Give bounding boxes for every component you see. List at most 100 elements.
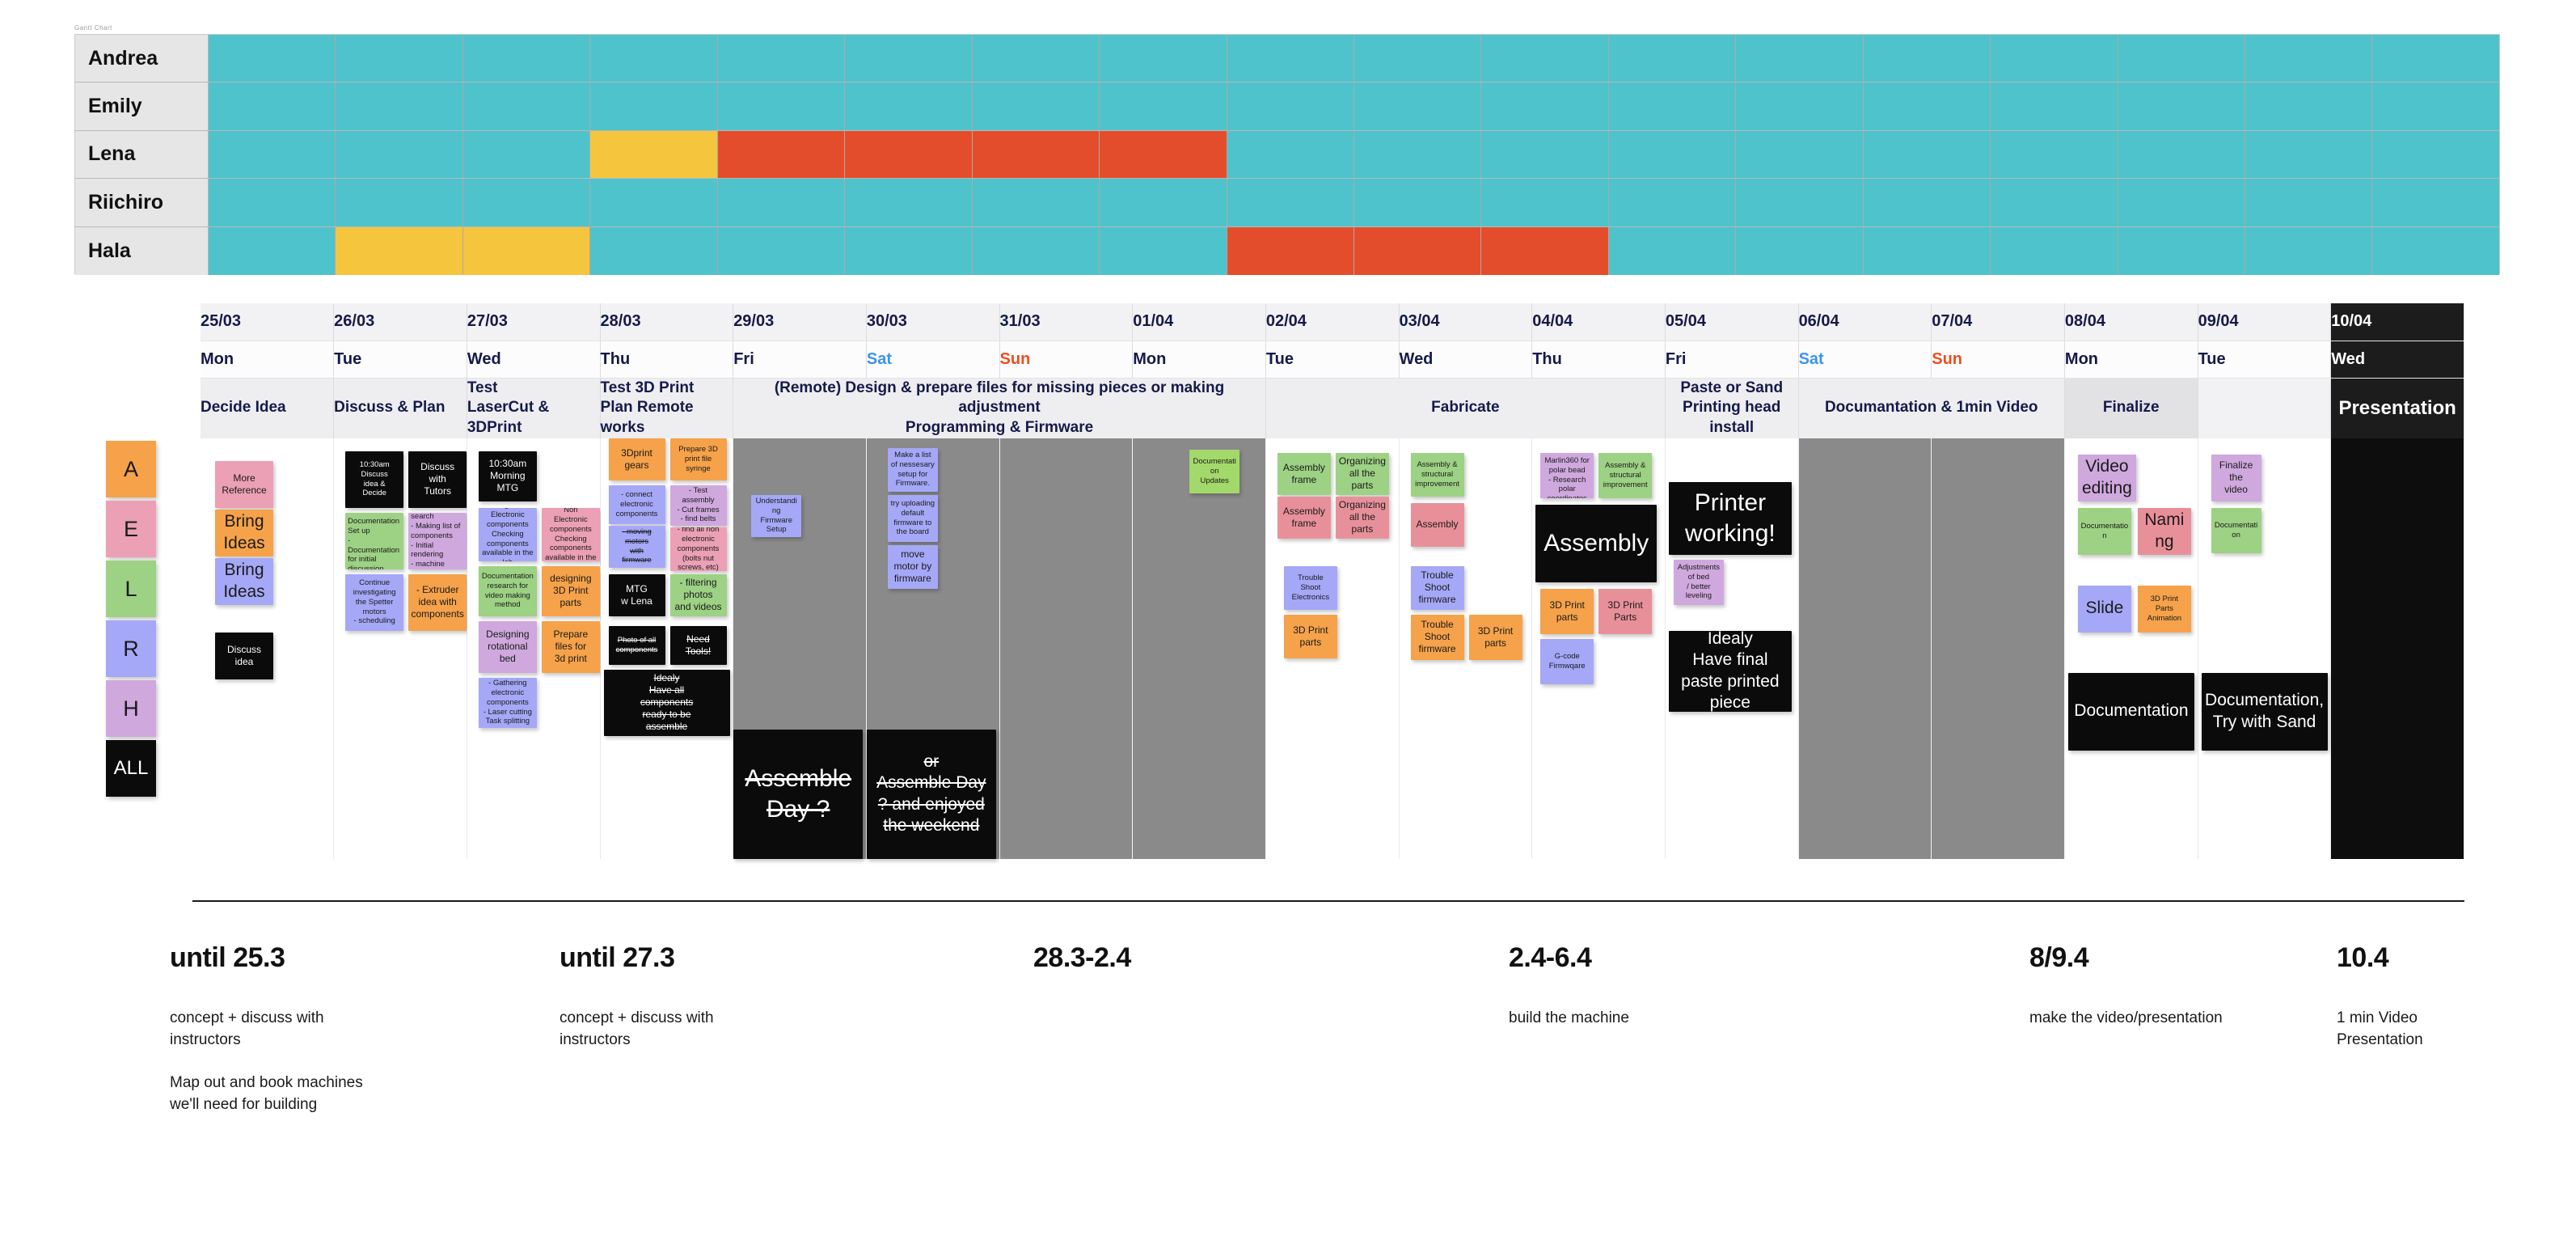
gantt-cell-teal[interactable]: [1608, 130, 1737, 179]
gantt-cell-teal[interactable]: [845, 179, 973, 226]
gantt-cell-teal[interactable]: [209, 83, 336, 130]
gantt-cell-teal[interactable]: [336, 83, 463, 130]
sticky-note[interactable]: 10:30am Discuss idea & Decide: [345, 451, 404, 508]
sticky-note[interactable]: Making List of Non Electronic components…: [541, 507, 600, 561]
gantt-cell-teal[interactable]: [2372, 130, 2499, 179]
sticky-note[interactable]: MTG w Lena: [608, 573, 665, 616]
gantt-cell-teal[interactable]: [1100, 226, 1227, 275]
sticky-note[interactable]: Prepare 3D print file syringe: [669, 438, 727, 480]
gantt-cell-teal[interactable]: [462, 35, 591, 83]
gantt-cell-teal[interactable]: [2245, 83, 2373, 130]
gantt-cell-teal[interactable]: [1736, 83, 1864, 130]
day-cell[interactable]: 10:30am Discuss idea & Decide Discuss wit…: [333, 438, 467, 859]
sticky-note[interactable]: - Gathering electronic components - Lase…: [478, 677, 537, 728]
gantt-cell-red[interactable]: [972, 130, 1100, 179]
sticky-note[interactable]: Trouble Shoot firmware: [1410, 565, 1464, 610]
sticky-note[interactable]: - Documentation Set up - Documentation f…: [345, 512, 404, 569]
gantt-cell-teal[interactable]: [1100, 179, 1227, 226]
gantt-cell-teal[interactable]: [1991, 35, 2118, 83]
gantt-cell-teal[interactable]: [845, 35, 973, 83]
gantt-cell-teal[interactable]: [2118, 226, 2245, 275]
sticky-note[interactable]: - Extruder idea with components: [408, 573, 467, 631]
sticky-note[interactable]: designing 3D Print parts: [541, 565, 600, 616]
sticky-note[interactable]: - find all non electronic components (bo…: [669, 527, 727, 571]
gantt-cell-yellow[interactable]: [336, 226, 463, 275]
gantt-cell-teal[interactable]: [2118, 179, 2245, 226]
legend-chip-e[interactable]: E: [106, 501, 156, 557]
day-cell[interactable]: [1931, 438, 2065, 859]
sticky-note[interactable]: - Reference search - Making list of comp…: [408, 512, 467, 569]
gantt-cell-teal[interactable]: [2372, 179, 2499, 226]
legend-chip-a[interactable]: A: [106, 441, 156, 497]
gantt-cell-teal[interactable]: [209, 179, 336, 226]
sticky-note[interactable]: Idealy Have final paste printed piece: [1668, 630, 1792, 712]
day-cell[interactable]: Finalize the video Documentation Documenta…: [2198, 438, 2332, 859]
gantt-cell-teal[interactable]: [209, 226, 336, 275]
sticky-note[interactable]: - Research Marlin360 for polar bead - Re…: [1540, 452, 1594, 498]
gantt-cell-teal[interactable]: [1863, 179, 1991, 226]
gantt-cell-teal[interactable]: [1991, 179, 2118, 226]
gantt-cell-teal[interactable]: [717, 35, 846, 83]
gantt-cell-teal[interactable]: [972, 179, 1100, 226]
sticky-note[interactable]: Assembly: [1410, 502, 1464, 547]
gantt-cell-red[interactable]: [845, 130, 973, 179]
day-cell[interactable]: [2330, 438, 2464, 859]
day-cell[interactable]: Documentation Updates: [1132, 438, 1266, 859]
gantt-cell-teal[interactable]: [1863, 130, 1991, 179]
day-cell[interactable]: 3Dprint gears Prepare 3D print file syrin…: [600, 438, 734, 859]
sticky-note[interactable]: More Reference: [215, 460, 273, 508]
sticky-note[interactable]: Documentation Updates: [1189, 449, 1240, 493]
sticky-note[interactable]: Continue investigating the Spetter motor…: [345, 573, 404, 631]
gantt-cell-teal[interactable]: [1227, 130, 1354, 179]
gantt-cell-teal[interactable]: [2118, 130, 2245, 179]
gantt-cell-teal[interactable]: [2372, 35, 2499, 83]
gantt-cell-teal[interactable]: [2118, 35, 2245, 83]
day-cell[interactable]: 10:30am Morning MTG Making List of Electr…: [467, 438, 601, 859]
gantt-cell-teal[interactable]: [2118, 83, 2245, 130]
sticky-note[interactable]: Discuss with Tutors: [408, 451, 467, 508]
gantt-cell-teal[interactable]: [1353, 179, 1482, 226]
sticky-note[interactable]: Assembly frame: [1277, 496, 1331, 539]
day-cell[interactable]: - Research Marlin360 for polar bead - Re…: [1531, 438, 1666, 859]
sticky-note[interactable]: G-code Firmwqare: [1540, 638, 1594, 684]
gantt-cell-teal[interactable]: [1991, 226, 2118, 275]
gantt-cell-teal[interactable]: [972, 83, 1100, 130]
gantt-cell-teal[interactable]: [2372, 226, 2499, 275]
gantt-cell-teal[interactable]: [2245, 130, 2373, 179]
gantt-cell-teal[interactable]: [336, 35, 463, 83]
sticky-note[interactable]: Bring Ideas: [215, 557, 273, 605]
gantt-cell-teal[interactable]: [1991, 130, 2118, 179]
gantt-cell-teal[interactable]: [462, 179, 591, 226]
legend-chip-r[interactable]: R: [106, 620, 156, 677]
gantt-cell-teal[interactable]: [1608, 226, 1737, 275]
sticky-note[interactable]: 3D Print parts: [1540, 588, 1594, 634]
gantt-cell-teal[interactable]: [1227, 35, 1354, 83]
gantt-cell-teal[interactable]: [845, 83, 973, 130]
sticky-note[interactable]: - Test assembly - Cut frames - find belt…: [669, 484, 727, 526]
gantt-cell-teal[interactable]: [590, 179, 718, 226]
sticky-note[interactable]: Documentation, Try with Sand: [2201, 672, 2328, 751]
gantt-cell-teal[interactable]: [1481, 130, 1609, 179]
legend-chip-all[interactable]: ALL: [106, 740, 156, 797]
sticky-note[interactable]: try uploading default firmware to the bo…: [887, 494, 938, 542]
day-cell[interactable]: [999, 438, 1134, 859]
gantt-cell-teal[interactable]: [972, 35, 1100, 83]
legend-chip-h[interactable]: H: [106, 680, 156, 737]
gantt-cell-teal[interactable]: [462, 83, 591, 130]
gantt-cell-teal[interactable]: [1736, 226, 1864, 275]
gantt-cell-red[interactable]: [1227, 226, 1354, 275]
gantt-cell-red[interactable]: [1481, 226, 1609, 275]
gantt-cell-teal[interactable]: [1353, 130, 1482, 179]
sticky-note[interactable]: Naming: [2137, 507, 2191, 555]
gantt-cell-teal[interactable]: [1608, 83, 1737, 130]
gantt-cell-teal[interactable]: [1736, 35, 1864, 83]
sticky-note[interactable]: Photo of all components: [608, 625, 665, 665]
sticky-note[interactable]: Finalize the video: [2211, 454, 2261, 501]
sticky-note[interactable]: 3Dprint gears: [608, 438, 665, 480]
gantt-cell-teal[interactable]: [2245, 179, 2373, 226]
day-cell[interactable]: [1798, 438, 1932, 859]
sticky-note[interactable]: move motor by firmware: [887, 544, 938, 589]
day-cell[interactable]: Understanding Firmware Setup Assemble Day…: [733, 438, 867, 859]
gantt-cell-teal[interactable]: [717, 179, 846, 226]
sticky-note[interactable]: 3D Print Parts: [1598, 588, 1653, 634]
